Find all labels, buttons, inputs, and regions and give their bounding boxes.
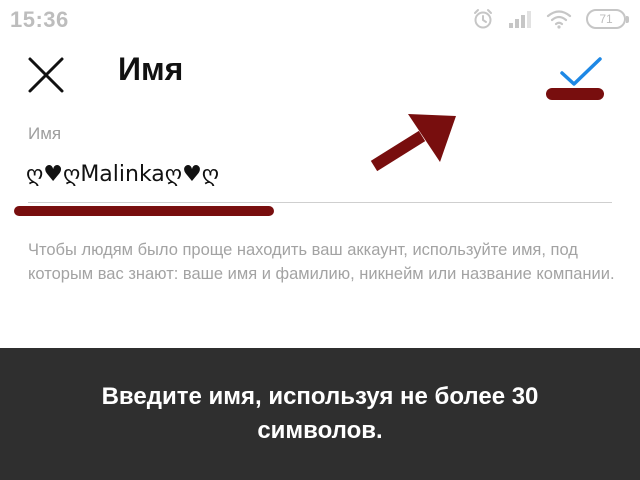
page-title: Имя [118, 51, 184, 87]
wifi-icon [546, 10, 572, 29]
toolbar: Имя [0, 45, 640, 105]
caption-banner: Введите имя, используя не более 30 симво… [0, 348, 640, 480]
close-icon [28, 57, 64, 93]
help-text: Чтобы людям было проще находить ваш акка… [28, 241, 615, 283]
checkmark-icon [560, 57, 602, 86]
battery-cap [626, 16, 629, 23]
confirm-button[interactable] [556, 53, 606, 93]
name-input[interactable]: ღ♥ღMalinkaღ♥ღ [26, 162, 219, 187]
status-icons: 71 [472, 8, 629, 30]
name-field-label: Имя [28, 124, 62, 143]
name-field-highlight-mark [14, 206, 274, 216]
status-bar: 15:36 71 [0, 0, 640, 40]
screen: 15:36 71 Имя Имя ღ♥ღMalinkaღ♥ღ Чтобы люд… [0, 0, 640, 480]
name-input-underline [28, 202, 612, 203]
close-button[interactable] [24, 53, 68, 97]
status-time: 15:36 [10, 7, 69, 32]
battery-level: 71 [599, 12, 613, 26]
confirm-highlight-mark [546, 88, 604, 100]
alarm-icon [474, 9, 492, 29]
caption-text: Введите имя, используя не более 30 симво… [101, 383, 539, 444]
signal-icon [509, 11, 531, 28]
annotation-arrow-icon [370, 114, 456, 172]
battery-icon: 71 [586, 9, 629, 29]
